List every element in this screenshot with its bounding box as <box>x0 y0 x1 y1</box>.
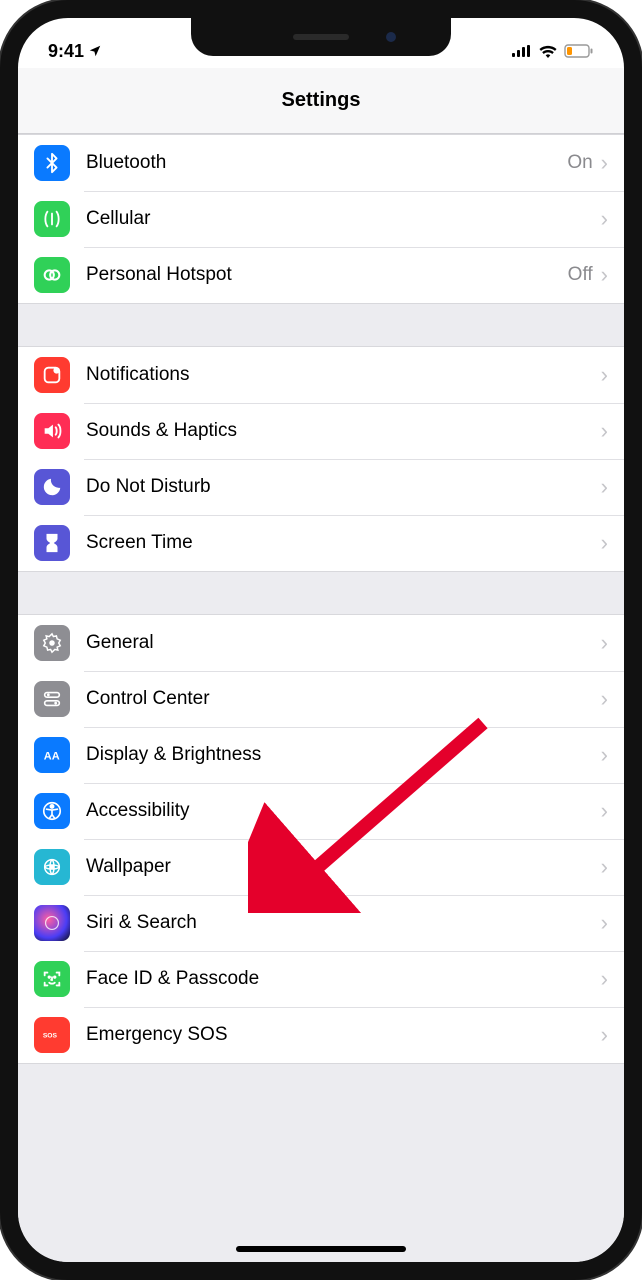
display-icon: AA <box>34 737 70 773</box>
cellular-icon <box>34 201 70 237</box>
row-display-brightness[interactable]: AA Display & Brightness › <box>18 727 624 783</box>
page-title: Settings <box>282 89 361 112</box>
hotspot-icon <box>34 257 70 293</box>
row-label: Cellular <box>86 208 601 230</box>
chevron-right-icon: › <box>601 686 608 712</box>
chevron-right-icon: › <box>601 910 608 936</box>
row-label: Do Not Disturb <box>86 476 601 498</box>
settings-group-connectivity: Bluetooth On › Cellular › Personal Hotsp… <box>18 134 624 304</box>
row-sounds-haptics[interactable]: Sounds & Haptics › <box>18 403 624 459</box>
chevron-right-icon: › <box>601 418 608 444</box>
page-header: Settings <box>18 68 624 134</box>
faceid-icon <box>34 961 70 997</box>
row-value: On <box>567 152 592 174</box>
row-bluetooth[interactable]: Bluetooth On › <box>18 135 624 191</box>
chevron-right-icon: › <box>601 262 608 288</box>
row-emergency-sos[interactable]: SOS Emergency SOS › <box>18 1007 624 1063</box>
chevron-right-icon: › <box>601 150 608 176</box>
siri-icon <box>34 905 70 941</box>
row-do-not-disturb[interactable]: Do Not Disturb › <box>18 459 624 515</box>
row-siri-search[interactable]: Siri & Search › <box>18 895 624 951</box>
notifications-icon <box>34 357 70 393</box>
bluetooth-icon <box>34 145 70 181</box>
row-label: Wallpaper <box>86 856 601 878</box>
general-icon <box>34 625 70 661</box>
battery-low-icon <box>564 44 594 58</box>
svg-text:SOS: SOS <box>43 1032 58 1039</box>
settings-group-general: General › Control Center › AA Display & … <box>18 614 624 1064</box>
controlcenter-icon <box>34 681 70 717</box>
chevron-right-icon: › <box>601 1022 608 1048</box>
row-label: Emergency SOS <box>86 1024 601 1046</box>
chevron-right-icon: › <box>601 206 608 232</box>
svg-text:AA: AA <box>44 751 60 763</box>
chevron-right-icon: › <box>601 854 608 880</box>
chevron-right-icon: › <box>601 798 608 824</box>
row-label: General <box>86 632 601 654</box>
row-notifications[interactable]: Notifications › <box>18 347 624 403</box>
row-wallpaper[interactable]: Wallpaper › <box>18 839 624 895</box>
chevron-right-icon: › <box>601 966 608 992</box>
row-label: Siri & Search <box>86 912 601 934</box>
row-value: Off <box>568 264 593 286</box>
dnd-icon <box>34 469 70 505</box>
row-label: Notifications <box>86 364 601 386</box>
chevron-right-icon: › <box>601 630 608 656</box>
wifi-icon <box>538 44 558 58</box>
row-general[interactable]: General › <box>18 615 624 671</box>
row-label: Bluetooth <box>86 152 567 174</box>
row-screen-time[interactable]: Screen Time › <box>18 515 624 571</box>
row-label: Face ID & Passcode <box>86 968 601 990</box>
notch <box>191 18 451 56</box>
cellular-signal-icon <box>512 45 532 57</box>
settings-list[interactable]: Bluetooth On › Cellular › Personal Hotsp… <box>18 134 624 1262</box>
sos-icon: SOS <box>34 1017 70 1053</box>
accessibility-icon <box>34 793 70 829</box>
row-control-center[interactable]: Control Center › <box>18 671 624 727</box>
row-personal-hotspot[interactable]: Personal Hotspot Off › <box>18 247 624 303</box>
chevron-right-icon: › <box>601 474 608 500</box>
iphone-frame: 9:41 Settings Blue <box>0 0 642 1280</box>
location-icon <box>88 44 102 58</box>
chevron-right-icon: › <box>601 530 608 556</box>
row-label: Personal Hotspot <box>86 264 568 286</box>
status-time: 9:41 <box>48 41 84 62</box>
row-label: Screen Time <box>86 532 601 554</box>
screentime-icon <box>34 525 70 561</box>
chevron-right-icon: › <box>601 362 608 388</box>
row-label: Sounds & Haptics <box>86 420 601 442</box>
row-label: Display & Brightness <box>86 744 601 766</box>
row-accessibility[interactable]: Accessibility › <box>18 783 624 839</box>
home-indicator[interactable] <box>236 1246 406 1252</box>
row-label: Control Center <box>86 688 601 710</box>
settings-group-notifications: Notifications › Sounds & Haptics › Do No… <box>18 346 624 572</box>
chevron-right-icon: › <box>601 742 608 768</box>
row-faceid-passcode[interactable]: Face ID & Passcode › <box>18 951 624 1007</box>
wallpaper-icon <box>34 849 70 885</box>
row-cellular[interactable]: Cellular › <box>18 191 624 247</box>
row-label: Accessibility <box>86 800 601 822</box>
sounds-icon <box>34 413 70 449</box>
